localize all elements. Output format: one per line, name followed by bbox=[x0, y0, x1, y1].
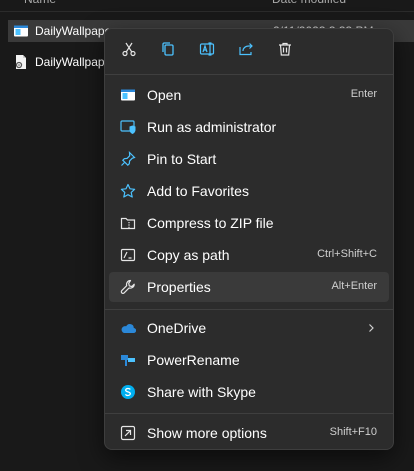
pin-icon bbox=[120, 151, 136, 167]
chevron-right-icon bbox=[365, 321, 377, 337]
column-header-date-modified[interactable]: Date modified bbox=[272, 0, 346, 10]
menu-item-label: Pin to Start bbox=[147, 151, 217, 167]
share-button[interactable] bbox=[231, 37, 261, 65]
menu-item-shortcut: Ctrl+Shift+C bbox=[317, 248, 377, 260]
copy-icon bbox=[160, 41, 176, 62]
menu-item-label: Compress to ZIP file bbox=[147, 215, 274, 231]
wrench-icon bbox=[120, 279, 136, 295]
menu-item-pin-to-start[interactable]: Pin to Start bbox=[109, 144, 389, 174]
menu-item-open[interactable]: Open Enter bbox=[109, 80, 389, 110]
menu-item-properties[interactable]: Properties Alt+Enter bbox=[109, 272, 389, 302]
menu-item-copy-as-path[interactable]: Copy as path Ctrl+Shift+C bbox=[109, 240, 389, 270]
trash-icon bbox=[277, 41, 293, 62]
separator bbox=[105, 74, 393, 75]
menu-item-label: Add to Favorites bbox=[147, 183, 249, 199]
rename-icon bbox=[199, 41, 215, 62]
delete-button[interactable] bbox=[270, 37, 300, 65]
zip-folder-icon bbox=[120, 215, 136, 231]
menu-item-shortcut: Alt+Enter bbox=[331, 280, 377, 292]
scissors-icon bbox=[121, 41, 137, 62]
menu-item-compress-to-zip[interactable]: Compress to ZIP file bbox=[109, 208, 389, 238]
column-header-name[interactable]: Name bbox=[24, 0, 56, 10]
menu-item-share-with-skype[interactable]: Share with Skype bbox=[109, 377, 389, 407]
star-icon bbox=[120, 183, 136, 199]
menu-item-onedrive[interactable]: OneDrive bbox=[109, 313, 389, 343]
context-menu: Open Enter Run as administrator Pin to S… bbox=[104, 28, 394, 450]
menu-item-powerrename[interactable]: PowerRename bbox=[109, 345, 389, 375]
app-window-icon bbox=[120, 87, 136, 103]
application-window-icon bbox=[13, 23, 29, 39]
separator bbox=[105, 413, 393, 414]
onedrive-cloud-icon bbox=[120, 320, 136, 336]
rename-button[interactable] bbox=[192, 37, 222, 65]
more-options-icon bbox=[120, 425, 136, 441]
cut-button[interactable] bbox=[114, 37, 144, 65]
skype-icon bbox=[120, 384, 136, 400]
path-icon bbox=[120, 247, 136, 263]
menu-item-run-as-administrator[interactable]: Run as administrator bbox=[109, 112, 389, 142]
powerrename-icon bbox=[120, 352, 136, 368]
config-file-icon bbox=[13, 54, 29, 70]
separator bbox=[105, 309, 393, 310]
menu-item-label: Run as administrator bbox=[147, 119, 277, 135]
menu-item-label: Copy as path bbox=[147, 247, 230, 263]
menu-item-label: Show more options bbox=[147, 425, 267, 441]
menu-item-label: Open bbox=[147, 87, 182, 103]
menu-item-shortcut: Enter bbox=[350, 88, 377, 100]
menu-item-label: Share with Skype bbox=[147, 384, 256, 400]
copy-button[interactable] bbox=[153, 37, 183, 65]
menu-item-label: Properties bbox=[147, 279, 211, 295]
menu-item-label: OneDrive bbox=[147, 320, 207, 336]
shield-window-icon bbox=[120, 119, 136, 135]
quick-actions-bar bbox=[105, 29, 393, 73]
menu-item-label: PowerRename bbox=[147, 352, 240, 368]
header-divider bbox=[0, 11, 414, 12]
menu-item-shortcut: Shift+F10 bbox=[329, 426, 377, 438]
menu-item-add-to-favorites[interactable]: Add to Favorites bbox=[109, 176, 389, 206]
menu-item-show-more-options[interactable]: Show more options Shift+F10 bbox=[109, 418, 389, 448]
share-icon bbox=[238, 41, 254, 62]
